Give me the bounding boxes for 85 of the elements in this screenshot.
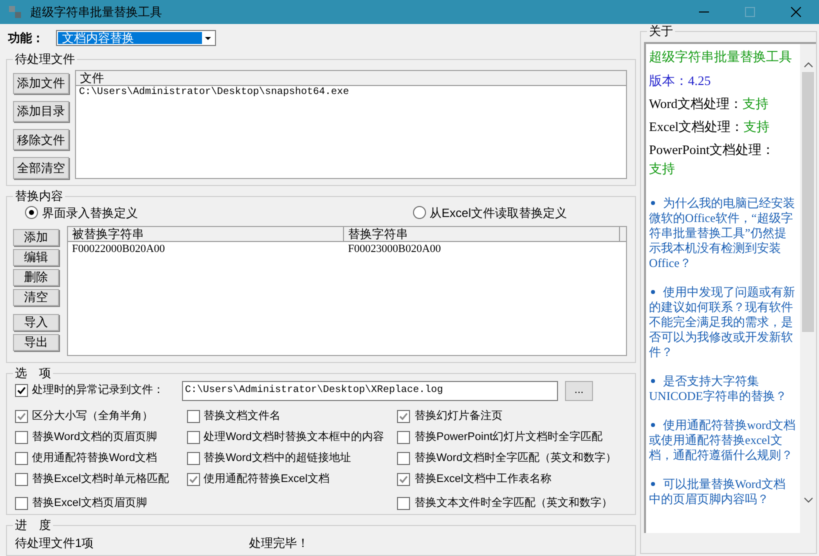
bullet-icon <box>651 290 655 294</box>
app-icon <box>8 5 22 19</box>
checkbox[interactable] <box>15 384 28 398</box>
scrollbar[interactable] <box>800 44 816 533</box>
bullet-icon <box>651 379 655 383</box>
action-button[interactable]: 移除文件 <box>13 129 69 150</box>
checkbox-label: 替换幻灯片备注页 <box>414 408 502 424</box>
faq-link[interactable]: 可以批量替换Word文档中的页眉页脚内容吗？ <box>649 477 797 507</box>
checkbox[interactable] <box>397 496 410 510</box>
table-cell-text: F00022000B020A00 <box>71 242 166 256</box>
support-label: PowerPoint文档处理： <box>649 141 775 159</box>
checkbox[interactable] <box>397 452 410 465</box>
action-button[interactable]: 删除 <box>13 268 59 286</box>
checkbox-label: 替换Excel文档中工作表名称 <box>414 472 552 487</box>
group-title: 替换内容 <box>13 188 65 203</box>
action-button[interactable]: 添加文件 <box>13 72 69 94</box>
checkbox-label: 替换Excel文档页眉页脚 <box>32 496 147 511</box>
checkbox[interactable] <box>397 430 410 444</box>
radio-button[interactable] <box>25 206 38 220</box>
action-button[interactable]: 导入 <box>13 314 59 331</box>
checkbox[interactable] <box>186 452 200 465</box>
faq-link[interactable]: 使用通配符替换word文档或使用通配符替换excel文档，通配符遵循什么规则？ <box>649 418 797 463</box>
checkbox-label: 区分大小写（全角半角） <box>32 408 153 424</box>
column-header: 被替换字符串 <box>68 226 344 241</box>
action-button[interactable]: 全部清空 <box>13 157 69 179</box>
checkbox-label: 替换Excel文档时单元格匹配 <box>32 472 169 487</box>
checkbox-label: 替换Word文档的页眉页脚 <box>32 430 158 445</box>
group-title: 关于 <box>647 24 675 38</box>
window-title: 超级字符串批量替换工具 <box>30 4 162 21</box>
support-label: Excel文档处理： <box>649 118 744 136</box>
radio-label: 界面录入替换定义 <box>42 204 138 222</box>
action-button[interactable]: 编辑 <box>13 248 59 266</box>
group-title: 选 项 <box>13 366 53 380</box>
checkbox[interactable] <box>186 472 200 486</box>
radio-button[interactable] <box>412 206 426 220</box>
support-value: 支持 <box>649 160 675 178</box>
checkbox-label: 替换Word文档时全字匹配（英文和数字） <box>414 450 616 466</box>
checkbox[interactable] <box>186 410 200 423</box>
checkbox[interactable] <box>397 410 410 423</box>
checkbox-label: 使用通配符替换Excel文档 <box>204 472 330 487</box>
group-title: 待处理文件 <box>13 52 77 66</box>
function-label: 功能： <box>8 30 45 47</box>
checkbox[interactable] <box>15 496 28 510</box>
scroll-down-icon[interactable] <box>804 497 812 503</box>
table-cell-text: F00023000B020A00 <box>347 242 442 256</box>
checkbox-label: 使用通配符替换Word文档 <box>32 450 158 466</box>
support-label: Word文档处理： <box>649 95 743 113</box>
group-title: 进 度 <box>13 518 53 532</box>
app-name: 超级字符串批量替换工具 <box>649 48 793 66</box>
checkbox[interactable] <box>397 472 410 486</box>
checkbox[interactable] <box>186 430 200 444</box>
checkbox-label: 替换PowerPoint幻灯片文档时全字匹配 <box>414 430 603 445</box>
version-text: 版本：4.25 <box>649 72 712 90</box>
checkbox-label: 处理Word文档时替换文本框中的内容 <box>204 430 384 445</box>
faq-link[interactable]: 是否支持大字符集UNICODE字符串的替换？ <box>649 374 797 404</box>
action-button[interactable]: 清空 <box>13 288 59 306</box>
checkbox[interactable] <box>15 472 28 486</box>
status-text: 处理完毕！ <box>249 535 309 552</box>
checkbox-label: 替换Word文档中的超链接地址 <box>204 450 351 466</box>
column-header: 替换字符串 <box>344 226 620 241</box>
checkbox-label: 替换文本文件时全字匹配（英文和数字） <box>414 496 612 511</box>
support-value: 支持 <box>744 118 770 136</box>
radio-label: 从Excel文件读取替换定义 <box>430 204 567 222</box>
scroll-up-icon[interactable] <box>804 62 812 68</box>
action-button[interactable]: 导出 <box>13 334 59 351</box>
bullet-icon <box>651 482 655 486</box>
faq-link[interactable]: 为什么我的电脑已经安装微软的Office软件，“超级字符串批量替换工具”仍然提示我本机没有检测到安装Office？ <box>649 196 797 271</box>
checkbox[interactable] <box>15 430 28 444</box>
log-path-field[interactable]: C:\Users\Administrator\Desktop\XReplace.log <box>182 380 558 401</box>
support-value: 支持 <box>742 95 769 113</box>
checkbox[interactable] <box>15 410 28 423</box>
checkbox-label: 处理时的异常记录到文件： <box>32 382 165 398</box>
checkbox[interactable] <box>15 452 28 465</box>
bullet-icon <box>651 423 655 427</box>
browse-button[interactable]: ... <box>565 380 593 401</box>
bullet-icon <box>651 201 655 205</box>
action-button[interactable]: 添加 <box>13 228 59 246</box>
function-dropdown[interactable]: 文档内容替换 <box>56 30 216 46</box>
file-path[interactable]: C:\Users\Administrator\Desktop\snapshot64.exe <box>76 86 626 100</box>
pending-count: 待处理文件1项 <box>15 535 95 552</box>
scroll-thumb[interactable] <box>802 72 814 332</box>
checkbox-label: 替换文档文件名 <box>204 408 281 424</box>
action-button[interactable]: 添加目录 <box>13 100 69 122</box>
faq-link[interactable]: 使用中发现了问题或有新的建议如何联系？现有软件不能完全满足我的需求，是否可以为我修改或开发新软件？ <box>649 285 797 360</box>
column-header: 文件 <box>76 70 626 86</box>
